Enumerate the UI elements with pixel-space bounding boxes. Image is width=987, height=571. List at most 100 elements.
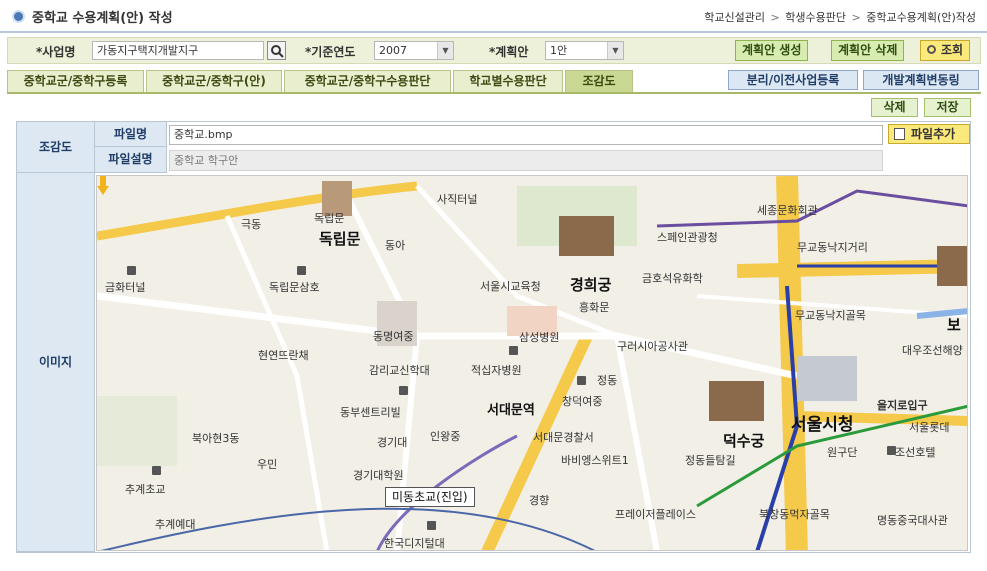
- map-label: 한국디지털대: [384, 537, 445, 550]
- project-search-button[interactable]: [267, 41, 286, 60]
- map-label: 서울시청: [791, 415, 854, 435]
- map-label: 동명여중: [373, 330, 414, 343]
- dev-plan-change-button[interactable]: 개발계획변동링: [863, 70, 979, 90]
- map-poi-icon: [509, 346, 518, 355]
- add-file-button[interactable]: 파일추가: [888, 124, 970, 144]
- map-label: 보: [947, 316, 961, 334]
- file-name-label: 파일명: [95, 122, 167, 147]
- map-label: 창덕여중: [562, 395, 603, 408]
- map-label: 흥화문: [579, 301, 610, 314]
- create-plan-button[interactable]: 계획안 생성: [735, 40, 809, 61]
- tab-birdseye[interactable]: 조감도: [565, 70, 633, 92]
- tab-school-group-register[interactable]: 중학교군/중학구등록: [7, 70, 144, 92]
- map-label: 경기대학원: [353, 469, 404, 482]
- year-select[interactable]: 2007 ▼: [374, 41, 454, 60]
- map-label: 독립문: [319, 230, 361, 248]
- map-label: 추계초교: [125, 483, 166, 496]
- map-label: 을지로입구: [877, 399, 928, 412]
- tab-underline: [7, 92, 981, 94]
- map-callout-label: 미동초교(진입): [385, 487, 475, 507]
- map-label: 스페인관광청: [657, 231, 718, 244]
- document-icon: [894, 128, 905, 140]
- map-label: 경희궁: [570, 276, 612, 294]
- map-label: 서울시교육청: [480, 280, 541, 293]
- map-label: 대우조선해양: [902, 344, 963, 357]
- add-file-label: 파일추가: [911, 127, 956, 141]
- map-label: 극동: [241, 218, 262, 231]
- breadcrumb-separator-icon: >: [851, 11, 861, 24]
- map-label: 추계예대: [155, 518, 196, 531]
- title-bullet-icon: [12, 10, 25, 23]
- map-label: 북아현3동: [192, 432, 240, 445]
- chevron-down-icon: ▼: [607, 42, 623, 59]
- plan-label: *계획안: [489, 45, 529, 59]
- map-label: 정동들탐길: [685, 454, 736, 467]
- map-label: 적십자병원: [471, 364, 522, 377]
- breadcrumb-item[interactable]: 학생수용판단: [785, 11, 846, 24]
- map-label: 서대문경찰서: [533, 431, 594, 444]
- search-button-label: 조회: [941, 43, 964, 57]
- search-button[interactable]: 조회: [920, 40, 971, 61]
- separate-project-button[interactable]: 분리/이전사업등록: [728, 70, 858, 90]
- chevron-down-icon: ▼: [437, 42, 453, 59]
- map-poi-icon: [577, 376, 586, 385]
- map-label: 바비엥스위트1: [561, 454, 629, 467]
- project-label: *사업명: [36, 45, 76, 59]
- plan-select-value: 1안: [550, 44, 568, 57]
- year-select-value: 2007: [379, 44, 407, 57]
- map-label: 경기대: [377, 436, 408, 449]
- map-label: 경향: [529, 494, 550, 507]
- delete-button[interactable]: 삭제: [871, 98, 918, 117]
- map-label: 독립문삼호: [269, 281, 320, 294]
- map-label: 동부센트리빌: [340, 406, 401, 419]
- map-label: 조선호텔: [895, 446, 936, 459]
- map-label: 세종문화회관: [757, 204, 818, 217]
- map-poi-icon: [152, 466, 161, 475]
- map-poi-icon: [887, 446, 896, 455]
- map-label: 프레이저플레이스: [615, 508, 696, 521]
- project-input[interactable]: 가동지구택지개발지구: [92, 41, 264, 60]
- map-label: 독립문: [314, 212, 345, 225]
- map-label: 동아: [385, 239, 406, 252]
- year-label: *기준연도: [305, 45, 356, 59]
- map-label: 서대문역: [487, 403, 535, 418]
- save-button[interactable]: 저장: [924, 98, 971, 117]
- file-name-field[interactable]: 중학교.bmp: [169, 125, 883, 145]
- image-label: 이미지: [17, 173, 95, 552]
- title-bar: 중학교 수용계획(안) 작성 학교신설관리 > 학생수용판단 > 중학교수용계획…: [0, 0, 987, 33]
- map-label: 정동: [597, 374, 618, 387]
- breadcrumb-separator-icon: >: [770, 11, 780, 24]
- file-desc-field: 중학교 학구안: [169, 150, 883, 171]
- map-label: 인왕중: [430, 430, 461, 443]
- plan-select[interactable]: 1안 ▼: [545, 41, 624, 60]
- map-label: 삼성병원: [519, 331, 560, 344]
- tab-school-group-plan[interactable]: 중학교군/중학구(안): [146, 70, 282, 92]
- tab-school-judgement[interactable]: 학교별수용판단: [453, 70, 563, 92]
- birdseye-map-image: 독립문 경희궁 서대문역 서울시청 덕수궁 사직터널 금화터널 독립문삼호 동명…: [96, 175, 968, 551]
- map-label: 우민: [257, 458, 278, 471]
- map-label: 원구단: [827, 446, 858, 459]
- map-poi-icon: [399, 386, 408, 395]
- breadcrumb: 학교신설관리 > 학생수용판단 > 중학교수용계획(안)작성: [703, 9, 977, 25]
- map-label: 현연뜨란채: [258, 349, 309, 362]
- page-title: 중학교 수용계획(안) 작성: [32, 11, 173, 26]
- magnifier-icon: [927, 45, 936, 54]
- map-poi-icon: [297, 266, 306, 275]
- map-label: 무교동낙지거리: [797, 241, 868, 254]
- arrow-down-icon: [97, 176, 109, 195]
- map-label: 사직터널: [437, 193, 478, 206]
- map-label: 북창동먹자골목: [759, 508, 830, 521]
- map-label: 구러시아공사관: [617, 340, 688, 353]
- map-poi-icon: [427, 521, 436, 530]
- breadcrumb-item[interactable]: 학교신설관리: [704, 11, 765, 24]
- map-poi-icon: [127, 266, 136, 275]
- tab-school-group-judgement[interactable]: 중학교군/중학구수용판단: [284, 70, 451, 92]
- map-label: 금화터널: [105, 281, 146, 294]
- search-bar: *사업명 가동지구택지개발지구 *기준연도 2007 ▼ *계획안 1안 ▼ 계…: [7, 37, 981, 64]
- delete-plan-button[interactable]: 계획안 삭제: [831, 40, 905, 61]
- map-label: 금호석유화학: [642, 272, 703, 285]
- map-label: 명동중국대사관: [877, 514, 948, 527]
- section-label: 조감도: [17, 122, 95, 173]
- map-label: 무교동낙지골목: [795, 309, 866, 322]
- breadcrumb-item[interactable]: 중학교수용계획(안)작성: [866, 11, 976, 24]
